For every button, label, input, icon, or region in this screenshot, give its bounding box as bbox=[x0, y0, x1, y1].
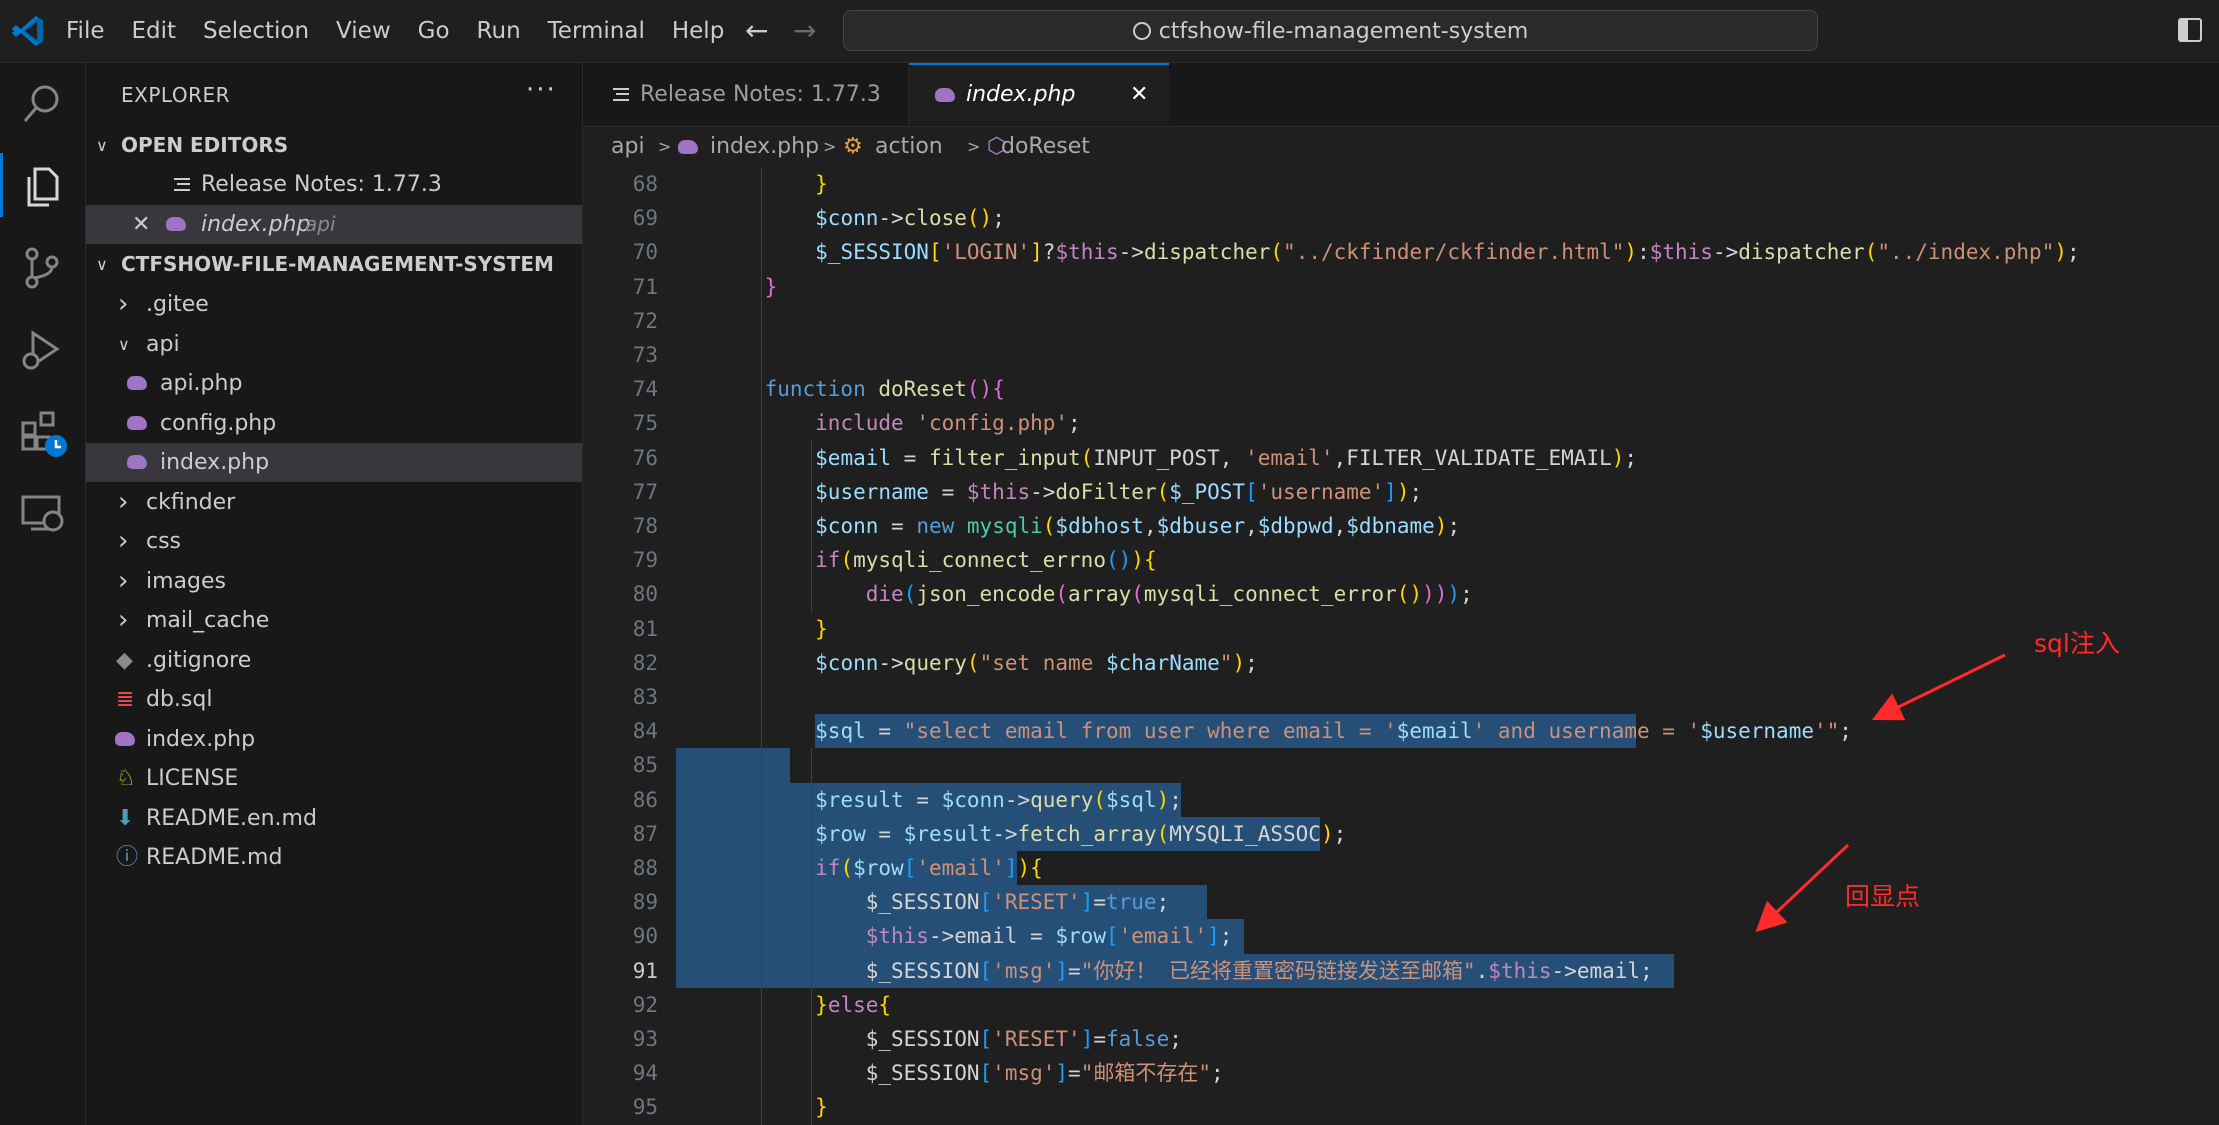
arrow-echo-point bbox=[1755, 843, 1850, 933]
annotation-arrows bbox=[1755, 653, 2006, 933]
arrow-sql-injection bbox=[1871, 653, 2006, 721]
